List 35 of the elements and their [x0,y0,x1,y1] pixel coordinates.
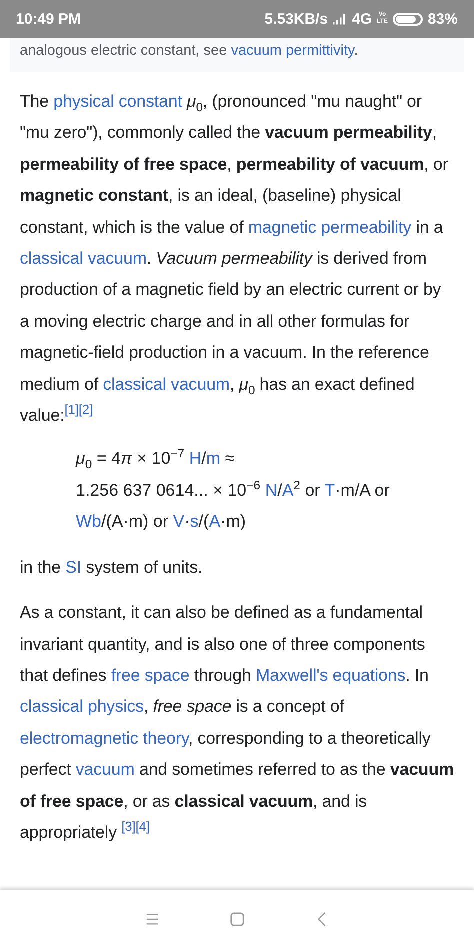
menu-icon[interactable] [144,912,160,926]
network-speed: 5.53KB/s [264,10,328,28]
link[interactable]: V [173,512,185,532]
link[interactable]: A [282,480,294,500]
link[interactable]: classical vacuum [20,249,147,268]
link[interactable]: Maxwell's equations [256,666,406,685]
link[interactable]: Wb [76,512,102,532]
link[interactable]: H [189,449,202,468]
link[interactable]: physical constant [54,92,182,111]
link[interactable]: s [190,512,199,532]
citation-link[interactable]: [3] [122,819,136,834]
hatnote: analogous electric constant, see vacuum permittivity. [10,38,464,72]
link[interactable]: free space [111,666,190,685]
link[interactable]: magnetic permeability [248,218,412,237]
paragraph: in the SI system of units. [20,556,204,579]
link[interactable]: m [206,449,221,468]
home-icon[interactable] [230,912,244,926]
citation-link[interactable]: [4] [136,819,150,834]
link[interactable]: A [209,512,221,532]
battery-icon [392,12,423,26]
link[interactable]: SI [66,558,82,577]
signal-icon [333,14,348,24]
formula: μ$_{0}$ = 4π × 10$^{−7}$ H/m ≈ 1.256 637 0614... × 10$^{−6}$ N/A$^{2}$ or T·m/A or Wb/(A·m) or V·s/(A·m) [76,446,391,534]
battery-percent: 83% [428,10,458,28]
citation-link[interactable]: [2] [78,402,94,418]
citation-link[interactable]: [1] [64,402,79,418]
link[interactable]: vacuum [76,760,135,780]
link[interactable]: N [265,480,278,500]
status-time: 10:49 PM [16,10,82,28]
link[interactable]: classical vacuum [103,374,230,394]
network-type: 4G [352,10,372,28]
link[interactable]: T [324,480,336,500]
link[interactable]: electromagnetic theory [20,728,189,748]
link[interactable]: vacuum permittivity [231,43,354,59]
link[interactable]: classical physics [20,697,144,716]
